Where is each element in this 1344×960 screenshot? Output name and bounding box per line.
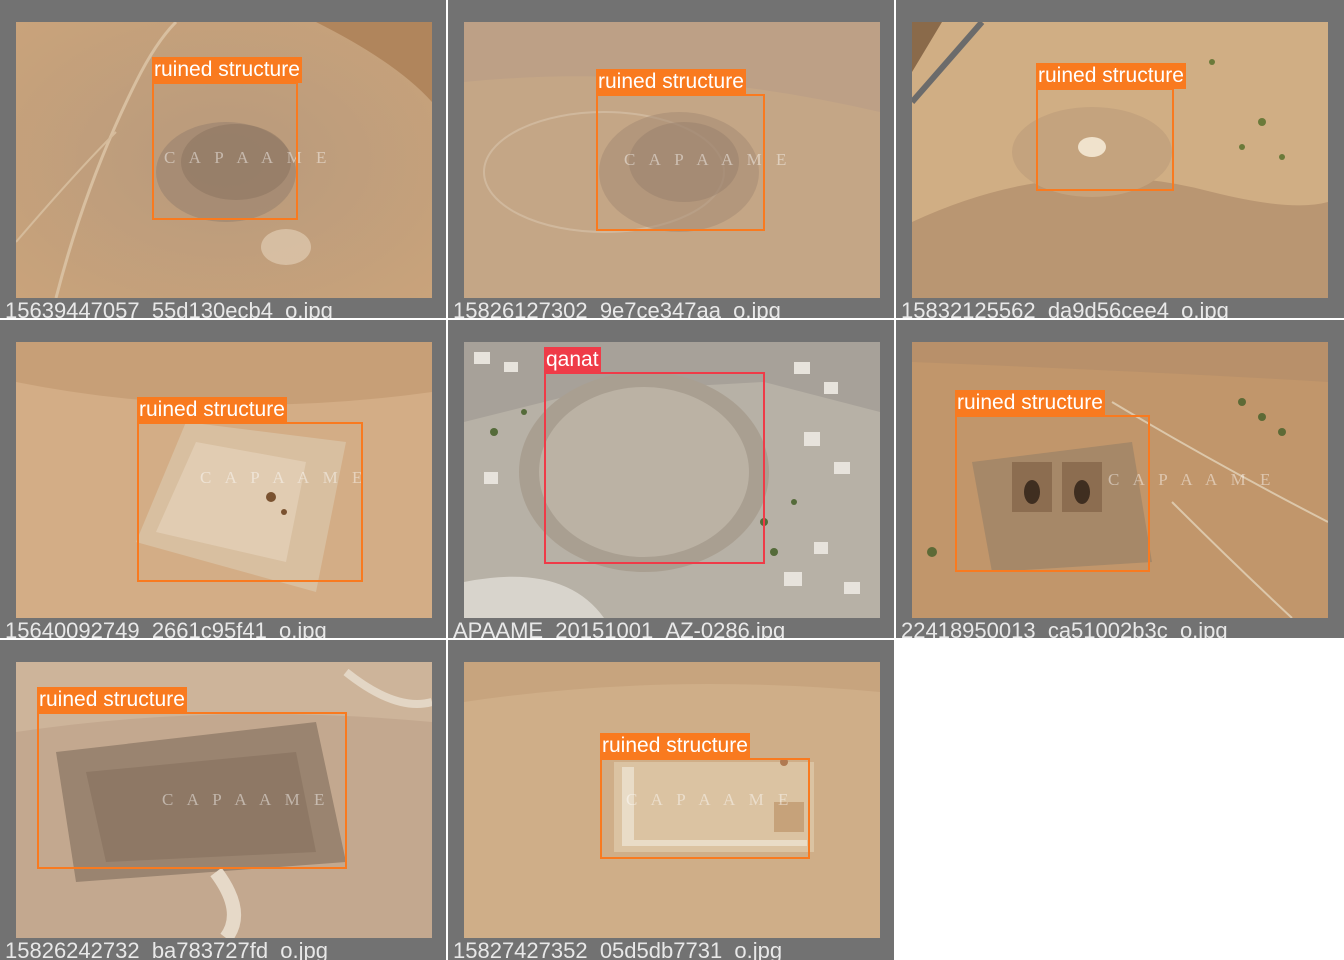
image-filename: 15639447057_55d130ecb4_o.jpg [5, 298, 333, 319]
detection-box[interactable]: ruined structure [37, 687, 347, 869]
detection-box[interactable]: qanat [544, 347, 765, 564]
grid-tile-7[interactable]: C A P A A M E ruined structure 158262427… [0, 640, 446, 960]
grid-tile-6[interactable]: C A P A A M E ruined structure 224189500… [896, 320, 1344, 638]
detection-box[interactable]: ruined structure [137, 397, 363, 582]
image-filename: 15832125562_da9d56cee4_o.jpg [901, 298, 1229, 319]
grid-tile-1[interactable]: C A P A A M E ruined structure 156394470… [0, 0, 446, 318]
grid-tile-8[interactable]: C A P A A M E ruined structure 158274273… [448, 640, 894, 960]
detection-label: ruined structure [596, 69, 746, 95]
detection-box[interactable]: ruined structure [152, 57, 302, 220]
detection-label: qanat [544, 347, 601, 373]
detection-label: ruined structure [600, 733, 750, 759]
grid-tile-5[interactable]: qanat APAAME_20151001_AZ-0286.jpg [448, 320, 894, 638]
grid-tile-3[interactable]: ruined structure 15832125562_da9d56cee4_… [896, 0, 1344, 318]
image-filename: 22418950013_ca51002b3c_o.jpg [901, 618, 1228, 639]
image-filename: APAAME_20151001_AZ-0286.jpg [453, 618, 786, 639]
grid-tile-4[interactable]: C A P A A M E ruined structure 156400927… [0, 320, 446, 638]
detection-box[interactable]: ruined structure [955, 390, 1150, 572]
image-filename: 15826127302_9e7ce347aa_o.jpg [453, 298, 781, 319]
detection-label: ruined structure [955, 390, 1105, 416]
detection-label: ruined structure [1036, 63, 1186, 89]
detection-label: ruined structure [152, 57, 302, 83]
detection-box[interactable]: ruined structure [1036, 63, 1186, 191]
detection-box[interactable]: ruined structure [596, 69, 765, 231]
detection-label: ruined structure [137, 397, 287, 423]
detection-box[interactable]: ruined structure [600, 733, 810, 859]
image-filename: 15826242732_ba783727fd_o.jpg [5, 938, 328, 960]
detection-label: ruined structure [37, 687, 187, 713]
image-filename: 15827427352_05d5db7731_o.jpg [453, 938, 783, 960]
image-filename: 15640092749_2661c95f41_o.jpg [5, 618, 327, 639]
grid-tile-2[interactable]: C A P A A M E ruined structure 158261273… [448, 0, 894, 318]
